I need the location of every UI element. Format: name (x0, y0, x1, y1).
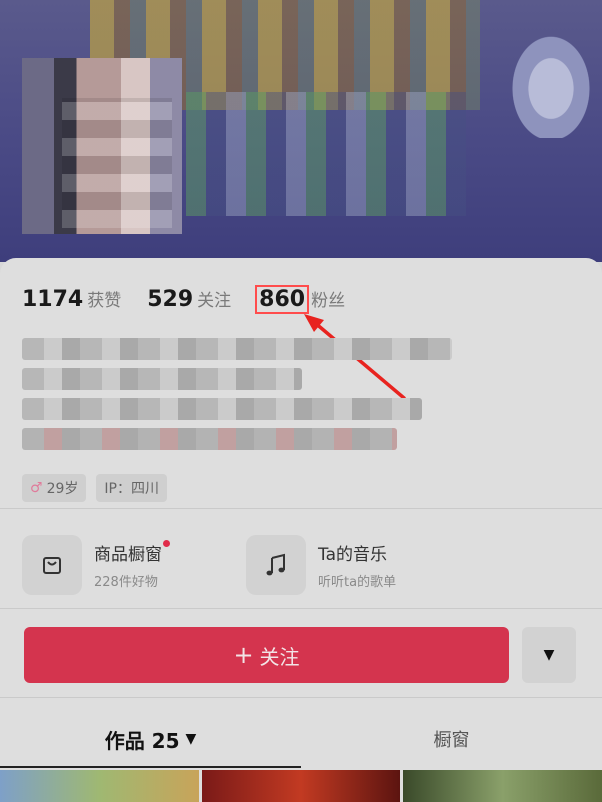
ip-tag: IP：四川 (96, 474, 167, 502)
tab-works-label: 作品 25 (104, 728, 180, 753)
works-grid (0, 770, 602, 802)
ip-text: IP：四川 (104, 481, 159, 497)
divider (0, 508, 602, 509)
work-thumbnail[interactable] (0, 770, 199, 802)
shop-window-title-text: 商品橱窗 (94, 545, 162, 565)
work-thumbnail[interactable] (201, 770, 401, 802)
banner-blurred-info (186, 92, 466, 216)
tab-shop-window[interactable]: 橱窗 (301, 710, 602, 768)
shop-window-entry[interactable]: 商品橱窗 228件好物 (22, 532, 246, 598)
avatar[interactable] (22, 58, 182, 234)
follow-label: 关注 (259, 644, 300, 669)
divider (0, 608, 602, 609)
tab-shop-window-label: 橱窗 (433, 730, 470, 751)
likes-label: 获赞 (87, 291, 122, 311)
tab-works[interactable]: 作品 25 ▼ (0, 710, 301, 768)
chevron-down-icon: ▼ (185, 731, 197, 747)
bio-line (22, 428, 397, 450)
following-count: 529 (147, 287, 194, 312)
age-tag: ♂ 29岁 (22, 474, 87, 502)
profile-tags: ♂ 29岁 IP：四川 (22, 474, 177, 502)
following-label: 关注 (197, 291, 232, 311)
plus-icon: + (233, 641, 254, 669)
followers-count: 860 (255, 285, 310, 314)
followers-label: 粉丝 (311, 291, 346, 311)
dropdown-caret-icon: ▼ (543, 647, 555, 663)
age-text: 29岁 (46, 481, 79, 497)
profile-banner (0, 0, 602, 262)
stat-followers[interactable]: 860 粉丝 (255, 285, 346, 314)
notification-dot (163, 540, 170, 547)
music-entry[interactable]: Ta的音乐 听听ta的歌单 (246, 532, 470, 598)
banner-rocket-image (506, 28, 596, 138)
shop-window-subtitle: 228件好物 (94, 575, 158, 590)
bio-line (22, 368, 302, 390)
music-title: Ta的音乐 (318, 545, 387, 565)
profile-entries: 商品橱窗 228件好物 Ta的音乐 听听ta的歌单 (22, 532, 582, 598)
shop-bag-icon (22, 535, 82, 595)
stat-following[interactable]: 529 关注 (147, 286, 231, 312)
male-icon: ♂ (30, 480, 43, 496)
more-options-button[interactable]: ▼ (522, 627, 576, 683)
bio-line (22, 398, 422, 420)
bio-line (22, 338, 452, 360)
work-thumbnail[interactable] (403, 770, 602, 802)
music-subtitle: 听听ta的歌单 (318, 575, 397, 590)
follow-button[interactable]: + 关注 (24, 627, 509, 683)
music-note-icon (246, 535, 306, 595)
profile-stats: 1174 获赞 529 关注 860 粉丝 (22, 282, 371, 316)
divider (0, 697, 602, 698)
profile-bio-blurred (22, 338, 578, 462)
stat-likes[interactable]: 1174 获赞 (22, 286, 121, 312)
shop-window-title: 商品橱窗 (94, 540, 170, 565)
content-tabs: 作品 25 ▼ 橱窗 (0, 710, 602, 768)
likes-count: 1174 (22, 287, 84, 312)
